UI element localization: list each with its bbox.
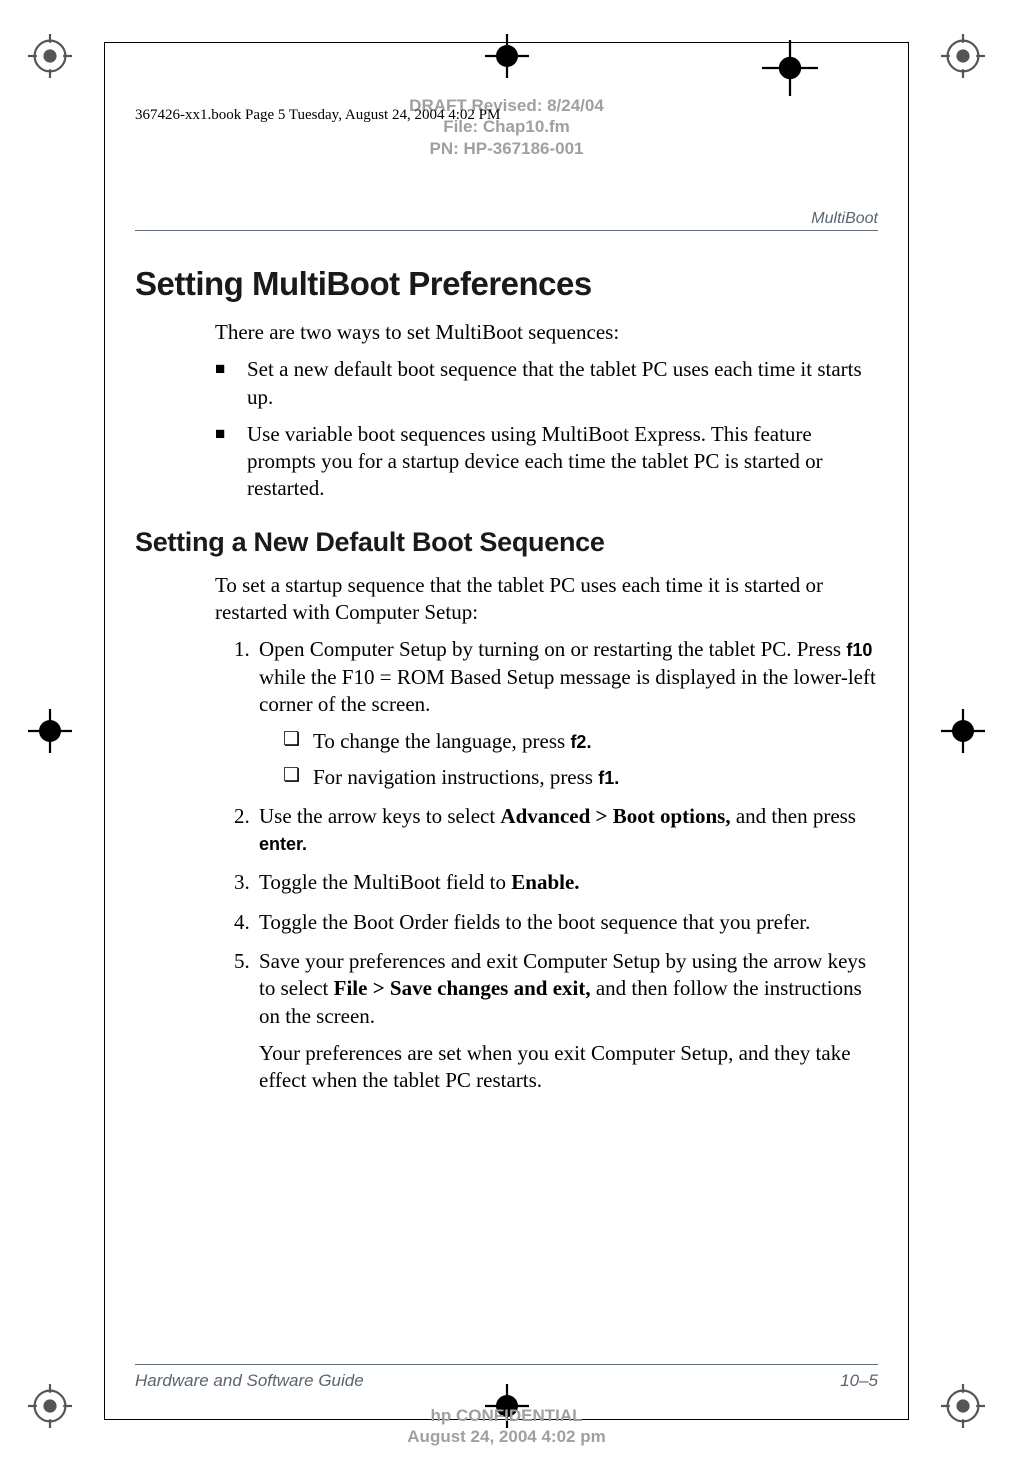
content-area: Setting MultiBoot Preferences There are … — [135, 265, 878, 1107]
confidential-date: August 24, 2004 4:02 pm — [105, 1426, 908, 1447]
para-setup-intro: To set a startup sequence that the table… — [215, 572, 878, 627]
step-note: Your preferences are set when you exit C… — [259, 1040, 878, 1095]
bullet-list: Set a new default boot sequence that the… — [215, 356, 878, 502]
numbered-steps: Open Computer Setup by turning on or res… — [215, 636, 878, 1094]
crop-mark-mid-right-icon — [941, 709, 985, 753]
footer-page-number: 10–5 — [840, 1371, 878, 1391]
step-text: Open Computer Setup by turning on or res… — [259, 637, 846, 661]
substep-text: To change the language, press — [313, 729, 570, 753]
intro-paragraph: There are two ways to set MultiBoot sequ… — [215, 319, 878, 346]
running-head-text: MultiBoot — [811, 210, 878, 228]
confidential-block: hp CONFIDENTIAL August 24, 2004 4:02 pm — [105, 1405, 908, 1448]
substep-change-language: To change the language, press f2. — [283, 728, 878, 755]
step-4: Toggle the Boot Order fields to the boot… — [255, 909, 878, 936]
page-frame: 367426-xx1.book Page 5 Tuesday, August 2… — [104, 42, 909, 1420]
heading-setting-new-default-boot-sequence: Setting a New Default Boot Sequence — [135, 527, 878, 558]
step-text: Use the arrow keys to select — [259, 804, 500, 828]
footer-line: Hardware and Software Guide 10–5 — [135, 1371, 878, 1391]
substep-list: To change the language, press f2. For na… — [283, 728, 878, 791]
step-text: Toggle the MultiBoot field to — [259, 870, 511, 894]
menu-path: File > Save changes and exit, — [334, 976, 591, 1000]
keycap-enter: enter. — [259, 834, 307, 854]
crop-mark-mid-left-icon — [28, 709, 72, 753]
keycap-f1: f1. — [598, 768, 619, 788]
step-2: Use the arrow keys to select Advanced > … — [255, 803, 878, 858]
keycap-f10: f10 — [846, 640, 872, 660]
crop-mark-top-left-icon — [28, 34, 72, 78]
crop-mark-bottom-right-icon — [941, 1384, 985, 1428]
step-5: Save your preferences and exit Computer … — [255, 948, 878, 1094]
menu-path: Advanced > Boot options, — [500, 804, 730, 828]
keycap-f2: f2. — [570, 732, 591, 752]
draft-revision-block: DRAFT Revised: 8/24/04 File: Chap10.fm P… — [105, 95, 908, 159]
crop-mark-top-right-icon — [941, 34, 985, 78]
step-text: and then press — [731, 804, 856, 828]
bullet-item: Use variable boot sequences using MultiB… — [215, 421, 878, 503]
bullet-item: Set a new default boot sequence that the… — [215, 356, 878, 411]
book-info-text: 367426-xx1.book Page 5 Tuesday, August 2… — [135, 107, 500, 124]
step-text: while the F10 = ROM Based Setup message … — [259, 665, 876, 716]
footer-guide-title: Hardware and Software Guide — [135, 1371, 364, 1391]
crop-mark-bottom-left-icon — [28, 1384, 72, 1428]
substep-navigation-instructions: For navigation instructions, press f1. — [283, 764, 878, 791]
substep-text: For navigation instructions, press — [313, 765, 598, 789]
running-head: MultiBoot — [135, 210, 878, 231]
confidential-text: hp CONFIDENTIAL — [105, 1405, 908, 1426]
step-3: Toggle the MultiBoot field to Enable. — [255, 869, 878, 896]
field-value: Enable. — [511, 870, 579, 894]
footer-rule — [135, 1364, 878, 1365]
draft-pn: PN: HP-367186-001 — [105, 138, 908, 159]
step-1: Open Computer Setup by turning on or res… — [255, 636, 878, 790]
heading-setting-multiboot-preferences: Setting MultiBoot Preferences — [135, 265, 878, 303]
